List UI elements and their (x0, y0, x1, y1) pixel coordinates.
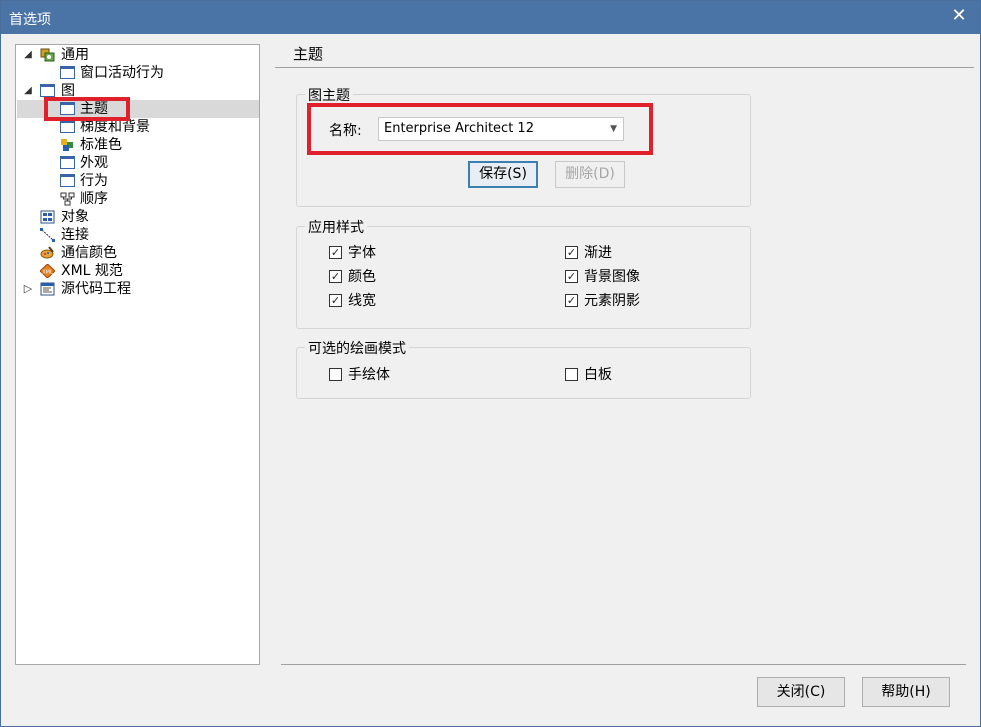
paint-icon (40, 246, 55, 259)
checkbox-box[interactable] (565, 368, 578, 381)
checkbox-label: 颜色 (348, 269, 376, 285)
checkbox-box[interactable] (329, 368, 342, 381)
tree-item-label: 外观 (80, 155, 108, 171)
tree-item-label: 图 (61, 83, 75, 99)
tree-item-theme[interactable]: 主题 (22, 100, 252, 118)
code-icon (40, 282, 55, 296)
delete-button[interactable]: 删除(D) (555, 161, 625, 188)
tree-item-label: 行为 (80, 173, 108, 189)
tree-item-source-code[interactable]: ▷ 源代码工程 (22, 280, 252, 298)
checkbox-label: 背景图像 (584, 269, 640, 285)
window-icon (40, 84, 55, 97)
tree-item-objects[interactable]: 对象 (22, 208, 252, 226)
tree-item-window-behavior[interactable]: 窗口活动行为 (22, 64, 252, 82)
tree-item-gradients[interactable]: 梯度和背景 (22, 118, 252, 136)
tree-item-label: 通信颜色 (61, 245, 117, 261)
group-legend: 可选的绘画模式 (305, 338, 409, 358)
tree-item-label: 标准色 (80, 137, 122, 153)
window-icon (60, 120, 75, 133)
diagram-theme-group: 图主题 (296, 85, 751, 207)
chevron-down-icon[interactable]: ▼ (610, 118, 617, 140)
tree-item-label: 窗口活动行为 (80, 65, 164, 81)
theme-name-label: 名称: (329, 123, 362, 139)
checkmark-icon[interactable]: ✓ (565, 246, 578, 259)
checkbox-label: 白板 (584, 367, 612, 383)
tree-item-label: 源代码工程 (61, 281, 131, 297)
help-button[interactable]: 帮助(H) (862, 677, 950, 707)
svg-text:XML: XML (42, 270, 53, 276)
tree-item-label: 顺序 (80, 191, 108, 207)
title-bar: 首选项 ✕ (1, 1, 980, 34)
window-icon (60, 66, 75, 79)
settings-icon (40, 48, 55, 62)
tree-item-behavior[interactable]: 行为 (22, 172, 252, 190)
connector-icon (40, 228, 55, 242)
tree-item-communication-colors[interactable]: 通信颜色 (22, 244, 252, 262)
expanded-icon[interactable]: ◢ (22, 82, 34, 100)
expanded-icon[interactable]: ◢ (22, 46, 34, 64)
tree-item-label: 通用 (61, 47, 89, 63)
tree-item-xml-spec[interactable]: XML XML 规范 (22, 262, 252, 280)
checkmark-icon[interactable]: ✓ (329, 246, 342, 259)
tree-item-general[interactable]: ◢ 通用 (22, 46, 252, 64)
window-title: 首选项 (9, 12, 51, 28)
tree-item-standard-colors[interactable]: 标准色 (22, 136, 252, 154)
hierarchy-icon (60, 192, 75, 206)
group-legend: 图主题 (305, 85, 353, 105)
checkbox-label: 元素阴影 (584, 293, 640, 309)
objects-icon (40, 210, 55, 224)
preferences-tree: ◢ 通用 窗口活动行为 ◢ 图 主题 梯度和背景 标准色 外观 行为 顺序 对象… (15, 44, 260, 665)
footer-divider (281, 664, 966, 665)
checkmark-icon[interactable]: ✓ (565, 294, 578, 307)
palette-icon (60, 138, 75, 151)
window-icon (60, 156, 75, 169)
theme-name-value: Enterprise Architect 12 (384, 121, 534, 136)
checkmark-icon[interactable]: ✓ (565, 270, 578, 283)
checkbox-label: 手绘体 (348, 367, 390, 383)
group-legend: 应用样式 (305, 217, 367, 237)
tree-item-sequence[interactable]: 顺序 (22, 190, 252, 208)
tree-item-label: 连接 (61, 227, 89, 243)
close-button[interactable]: 关闭(C) (757, 677, 845, 707)
checkmark-icon[interactable]: ✓ (329, 270, 342, 283)
checkmark-icon[interactable]: ✓ (329, 294, 342, 307)
tree-item-label: 梯度和背景 (80, 119, 150, 135)
collapsed-icon[interactable]: ▷ (22, 280, 34, 298)
save-button[interactable]: 保存(S) (468, 161, 538, 188)
xml-icon: XML (39, 263, 56, 279)
window-icon (60, 102, 75, 115)
theme-name-select[interactable]: Enterprise Architect 12 ▼ (378, 117, 624, 141)
checkbox-label: 渐进 (584, 245, 612, 261)
preferences-window: 首选项 ✕ ◢ 通用 窗口活动行为 ◢ 图 主题 梯度和背景 标准色 外观 行为… (0, 0, 981, 727)
title-divider (275, 67, 974, 68)
tree-item-diagram[interactable]: ◢ 图 (22, 82, 252, 100)
checkbox-label: 线宽 (348, 293, 376, 309)
page-title: 主题 (293, 45, 324, 63)
checkbox-label: 字体 (348, 245, 376, 261)
tree-item-label: 对象 (61, 209, 89, 225)
close-icon[interactable]: ✕ (944, 3, 974, 31)
window-icon (60, 174, 75, 187)
tree-item-appearance[interactable]: 外观 (22, 154, 252, 172)
tree-item-label: XML 规范 (61, 263, 123, 279)
tree-item-links[interactable]: 连接 (22, 226, 252, 244)
tree-item-label: 主题 (80, 101, 108, 117)
